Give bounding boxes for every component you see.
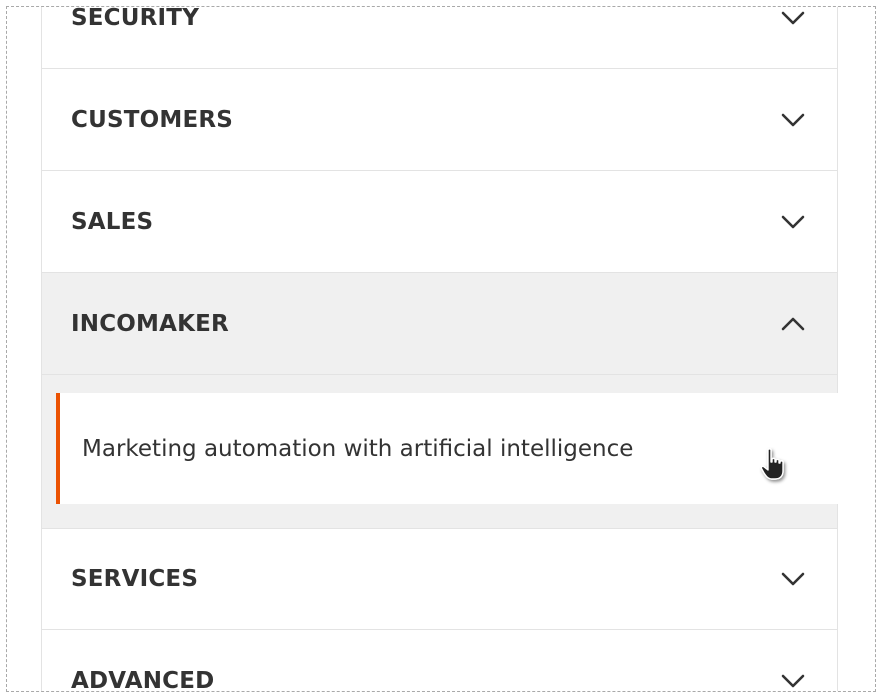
section-incomaker[interactable]: INCOMAKER	[41, 273, 838, 375]
section-sales[interactable]: SALES	[41, 171, 838, 273]
submenu-item-marketing-automation[interactable]: Marketing automation with artificial int…	[56, 393, 838, 504]
submenu-item-label: Marketing automation with artificial int…	[82, 435, 634, 462]
chevron-down-icon	[781, 11, 805, 25]
section-title-advanced: ADVANCED	[71, 667, 215, 692]
section-title-incomaker: INCOMAKER	[71, 310, 229, 337]
section-title-services: SERVICES	[71, 566, 199, 592]
section-security[interactable]: SECURITY	[41, 6, 838, 69]
section-advanced[interactable]: ADVANCED	[41, 630, 838, 692]
section-services[interactable]: SERVICES	[41, 528, 838, 630]
chevron-down-icon	[781, 113, 805, 127]
section-customers[interactable]: CUSTOMERS	[41, 69, 838, 171]
incomaker-submenu: Marketing automation with artificial int…	[41, 375, 838, 528]
config-sections-panel: SECURITY CUSTOMERS SALES INCOMAKER Marke…	[41, 6, 838, 692]
config-tabs-frame: SECURITY CUSTOMERS SALES INCOMAKER Marke…	[6, 6, 876, 692]
section-title-customers: CUSTOMERS	[71, 106, 234, 133]
chevron-down-icon	[781, 215, 805, 229]
chevron-up-icon	[781, 317, 805, 331]
section-title-security: SECURITY	[71, 6, 200, 31]
chevron-down-icon	[781, 674, 805, 688]
section-title-sales: SALES	[71, 208, 154, 235]
chevron-down-icon	[781, 572, 805, 586]
